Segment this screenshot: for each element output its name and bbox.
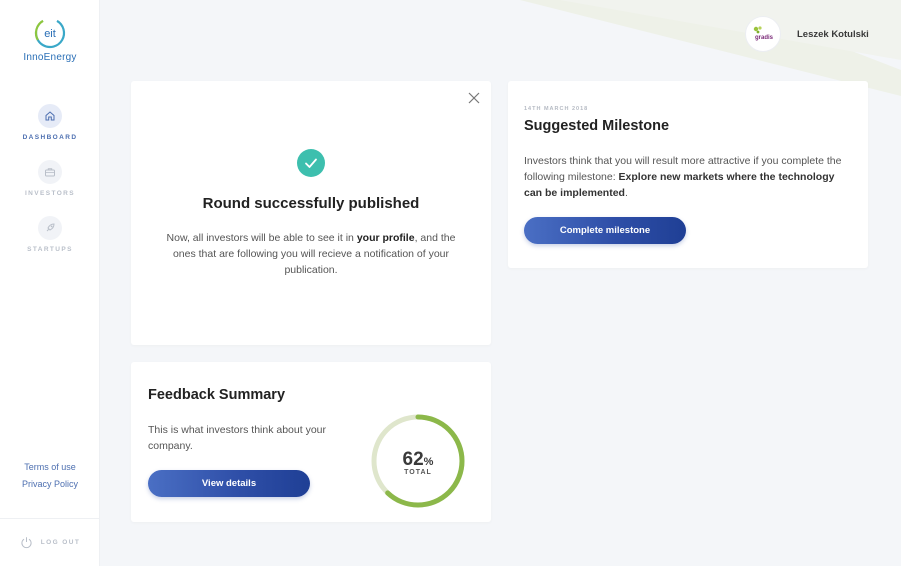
svg-text:gradis: gradis xyxy=(755,35,774,41)
sidebar-nav: DASHBOARD INVESTORS STARTUPS xyxy=(0,104,100,272)
gauge-label: TOTAL xyxy=(404,469,432,476)
company-logo-icon: gradis xyxy=(753,26,774,41)
brand-logo[interactable]: eit InnoEnergy xyxy=(0,16,100,63)
brand-name: InnoEnergy xyxy=(23,52,77,63)
sidebar-item-label: DASHBOARD xyxy=(22,134,78,141)
logout-button[interactable]: LOG OUT xyxy=(0,518,100,566)
feedback-title: Feedback Summary xyxy=(148,387,286,403)
round-description: Now, all investors will be able to see i… xyxy=(166,232,456,276)
feedback-summary-card: Feedback Summary This is what investors … xyxy=(131,362,491,522)
sidebar-item-investors[interactable]: INVESTORS xyxy=(0,160,100,216)
close-icon[interactable] xyxy=(467,91,481,105)
profile-emphasis: your profile xyxy=(356,232,415,244)
user-name[interactable]: Leszek Kotulski xyxy=(797,29,869,40)
sidebar-item-label: INVESTORS xyxy=(24,190,76,197)
sidebar: eit InnoEnergy DASHBOARD INVESTORS START… xyxy=(0,0,100,566)
round-title: Round successfully published xyxy=(202,195,420,212)
user-menu[interactable]: gradis Leszek Kotulski xyxy=(745,16,869,52)
rocket-icon xyxy=(38,216,62,240)
svg-text:eit: eit xyxy=(44,28,56,40)
suggested-milestone-card: 14TH MARCH 2018 Suggested Milestone Inve… xyxy=(508,81,868,268)
home-icon xyxy=(38,104,62,128)
privacy-policy-link[interactable]: Privacy Policy xyxy=(0,479,100,489)
sidebar-item-label: STARTUPS xyxy=(27,246,73,253)
gauge-value: 62% xyxy=(402,449,434,470)
feedback-gauge: 62% TOTAL xyxy=(370,413,466,509)
sidebar-item-startups[interactable]: STARTUPS xyxy=(0,216,100,272)
check-icon xyxy=(297,149,325,177)
footer-links: Terms of use Privacy Policy xyxy=(0,462,100,496)
feedback-description: This is what investors think about your … xyxy=(148,424,326,452)
milestone-date: 14TH MARCH 2018 xyxy=(524,106,589,112)
round-published-card: Round successfully published Now, all in… xyxy=(131,81,491,345)
complete-milestone-button[interactable]: Complete milestone xyxy=(524,217,686,244)
briefcase-icon xyxy=(38,160,62,184)
view-details-button[interactable]: View details xyxy=(148,470,310,497)
eit-logo-icon: eit xyxy=(34,17,66,49)
terms-of-use-link[interactable]: Terms of use xyxy=(0,462,100,472)
power-icon xyxy=(21,537,32,549)
milestone-title: Suggested Milestone xyxy=(524,118,670,134)
logout-label: LOG OUT xyxy=(40,539,81,546)
avatar[interactable]: gradis xyxy=(745,16,781,52)
milestone-description: Investors think that you will result mor… xyxy=(524,155,842,199)
sidebar-item-dashboard[interactable]: DASHBOARD xyxy=(0,104,100,160)
